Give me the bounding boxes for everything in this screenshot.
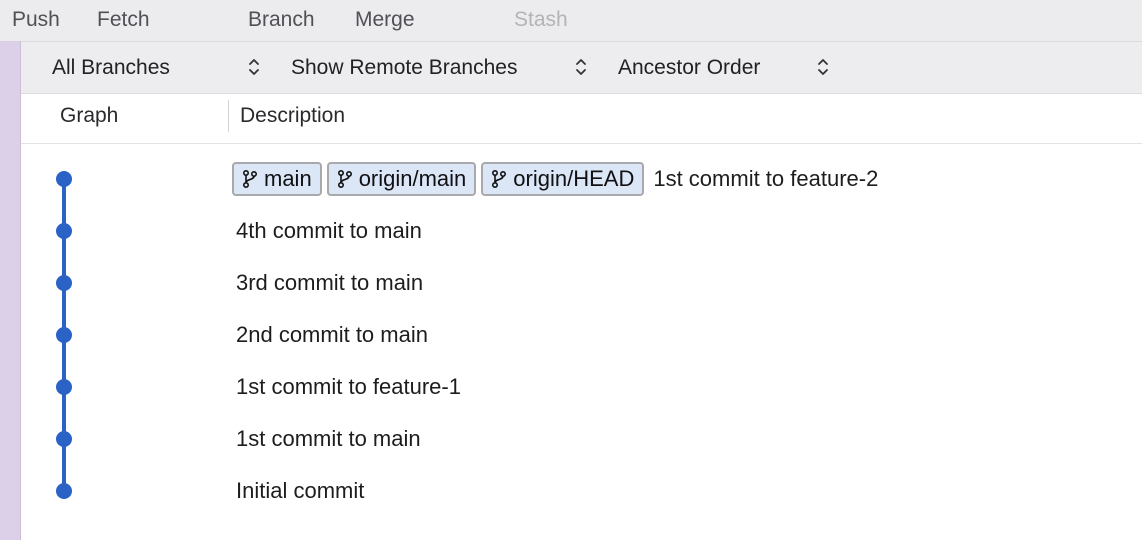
commit-message: 1st commit to feature-1 [236,374,461,399]
filter-bar: All Branches Show Remote Branches Ancest… [21,42,1142,94]
push-button[interactable]: Push [12,8,60,32]
branch-icon [242,169,258,189]
branch-icon [337,169,352,189]
commit-message: 2nd commit to main [236,322,428,347]
commit-message: Initial commit [236,478,365,503]
branch-badge-label: origin/HEAD [513,166,635,191]
order-filter-select[interactable]: Ancestor Order [618,42,838,93]
branch-badge-origin-main[interactable]: origin/main [326,162,477,196]
merge-button[interactable]: Merge [355,8,415,32]
commit-row[interactable]: 1st commit to main [230,419,421,459]
branch-badge-main[interactable]: main [232,162,322,196]
graph-column-header[interactable]: Graph [60,104,118,128]
commit-node[interactable] [56,379,72,395]
stash-button[interactable]: Stash [514,8,568,32]
updown-chevron-icon [576,59,586,75]
order-filter-label: Ancestor Order [618,55,761,79]
commit-node[interactable] [56,275,72,291]
sidebar-stripe [0,41,21,540]
toolbar: Push Fetch Branch Merge Stash [0,0,1142,42]
updown-chevron-icon [818,59,828,75]
updown-chevron-icon [249,59,259,75]
branches-filter-label: All Branches [52,55,170,79]
commit-message: 3rd commit to main [236,270,424,295]
branch-button[interactable]: Branch [248,8,315,32]
commit-message: 1st commit to main [236,426,421,451]
column-header: Graph Description [21,94,1142,144]
branch-badge-label: main [264,166,312,191]
commit-node[interactable] [56,223,72,239]
branch-badge-label: origin/main [358,166,467,191]
description-column-header[interactable]: Description [240,104,345,128]
commit-message: 1st commit to feature-2 [653,166,879,191]
commit-node[interactable] [56,171,72,187]
commit-row[interactable]: 1st commit to feature-1 [230,367,461,407]
commit-node[interactable] [56,327,72,343]
commit-row[interactable]: main origin/main origin/HEAD 1st commit … [232,159,878,199]
fetch-button[interactable]: Fetch [97,8,150,32]
commit-node[interactable] [56,431,72,447]
branch-icon [492,169,507,189]
branches-filter-select[interactable]: All Branches [52,42,272,93]
column-separator[interactable] [228,100,229,132]
commit-row[interactable]: 4th commit to main [230,211,422,251]
commit-message: 4th commit to main [236,218,422,243]
commit-node[interactable] [56,483,72,499]
commit-row[interactable]: 3rd commit to main [230,263,423,303]
remote-branches-filter-select[interactable]: Show Remote Branches [291,42,601,93]
commit-row[interactable]: 2nd commit to main [230,315,428,355]
remote-branches-filter-label: Show Remote Branches [291,55,518,79]
commit-row[interactable]: Initial commit [230,471,364,511]
branch-badge-origin-head[interactable]: origin/HEAD [481,162,645,196]
